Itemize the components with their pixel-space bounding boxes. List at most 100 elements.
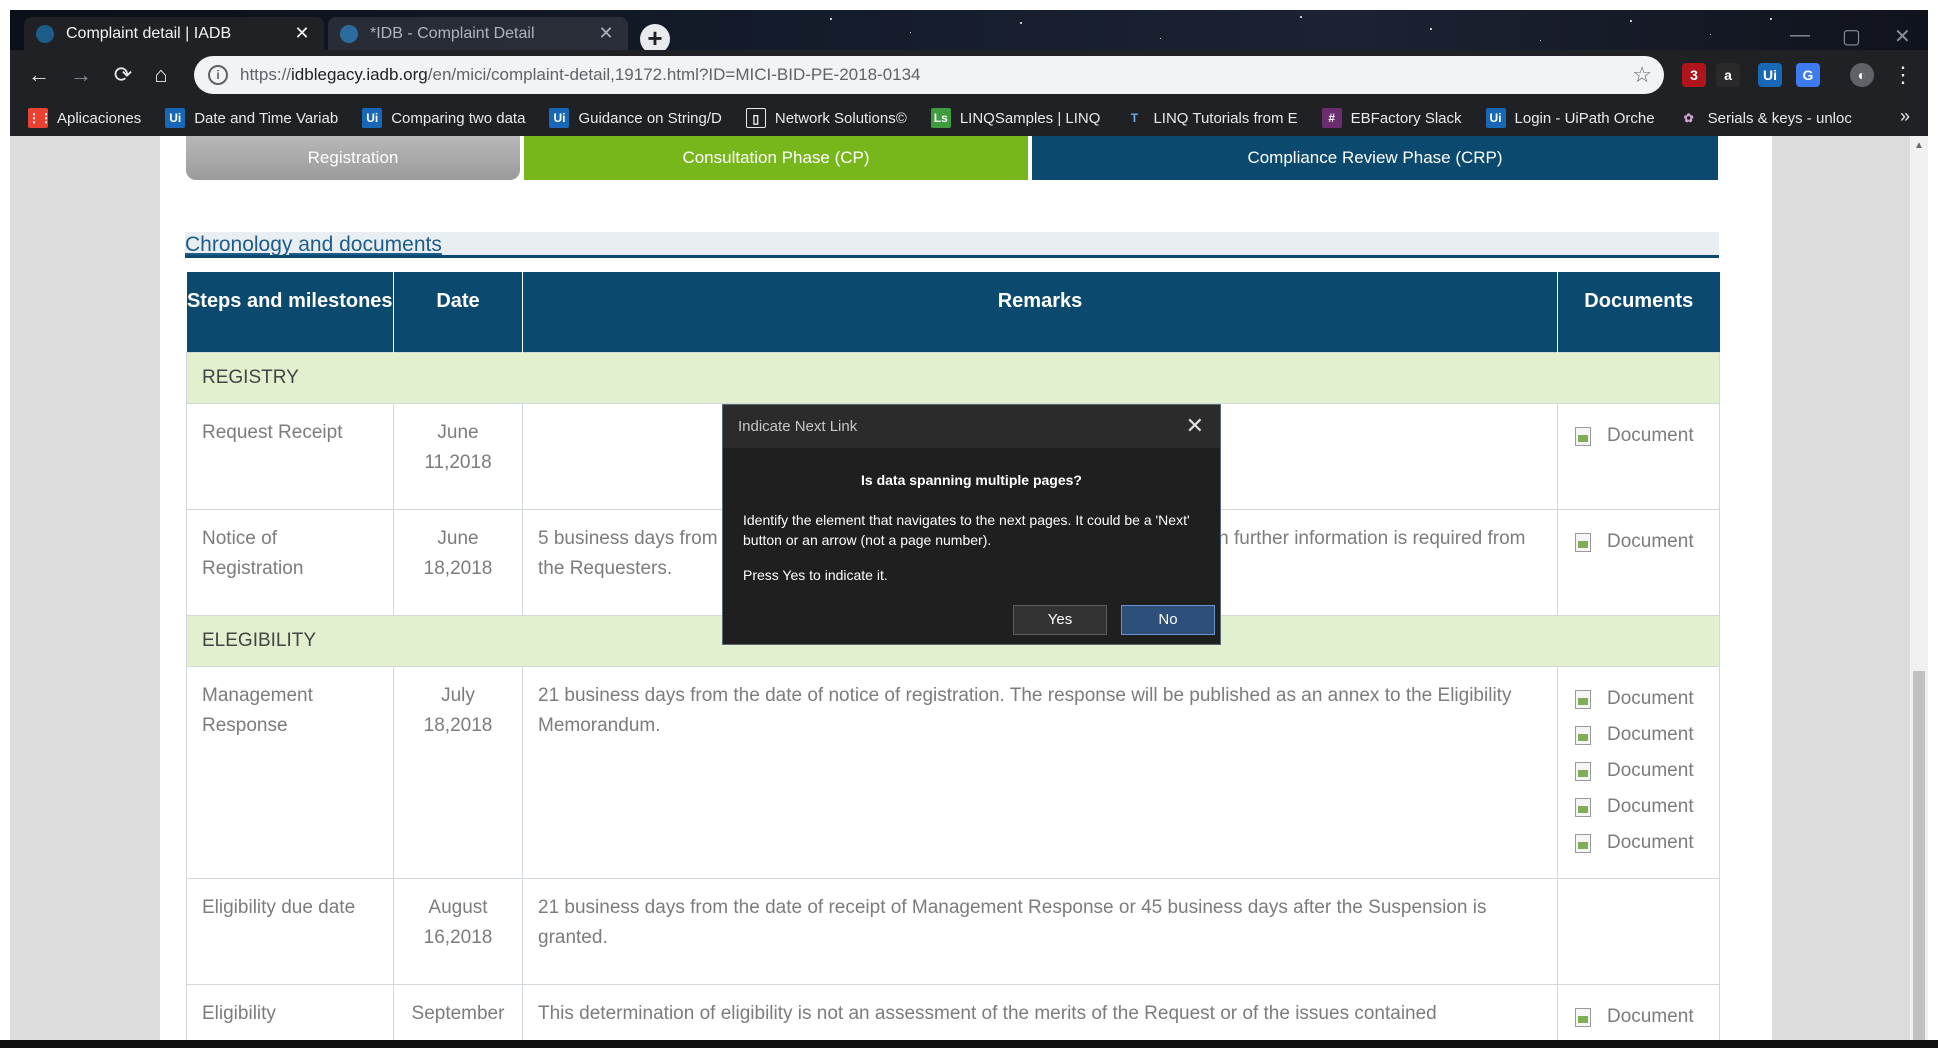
site-info-icon[interactable]: i bbox=[208, 65, 228, 85]
tab-close-icon[interactable]: ✕ bbox=[596, 23, 616, 44]
page-icon: ▯ bbox=[745, 108, 766, 128]
forward-arrow-icon[interactable]: → bbox=[66, 60, 96, 90]
amazon-icon[interactable]: a bbox=[1716, 63, 1740, 87]
documents-cell bbox=[1557, 877, 1720, 985]
remarks-cell: 21 business days from the date of receip… bbox=[522, 877, 1558, 985]
chronology-link[interactable]: Chronology and documents bbox=[185, 233, 442, 256]
yes-button[interactable]: Yes bbox=[1013, 605, 1107, 635]
document-label: Document bbox=[1607, 759, 1694, 781]
translate-icon[interactable]: G bbox=[1796, 63, 1820, 87]
tab-strip: Complaint detail | IADB ✕ *IDB - Complai… bbox=[10, 10, 1928, 50]
column-header-remarks: Remarks bbox=[522, 272, 1558, 352]
bookmark-comparing-data[interactable]: Ui Comparing two data bbox=[362, 108, 525, 128]
uipath-icon: Ui bbox=[549, 108, 570, 128]
bookmark-uipath-login[interactable]: Ui Login - UiPath Orche bbox=[1485, 108, 1655, 128]
phase-tab-registration[interactable]: Registration bbox=[186, 136, 520, 180]
bookmark-aplicaciones[interactable]: ⋮⋮ Aplicaciones bbox=[28, 108, 141, 128]
bookmarks-bar: ⋮⋮ Aplicaciones Ui Date and Time Variab … bbox=[10, 100, 1928, 136]
bookmark-label: Date and Time Variab bbox=[194, 109, 339, 127]
column-header-date: Date bbox=[393, 272, 523, 352]
step-cell: Request Receipt bbox=[186, 402, 394, 510]
bookmark-guidance-string[interactable]: Ui Guidance on String/D bbox=[549, 108, 722, 128]
step-cell: Eligibility due date bbox=[186, 877, 394, 985]
dialog-titlebar: Indicate Next Link ✕ bbox=[723, 405, 1220, 448]
bookmark-linqsamples[interactable]: Ls LINQSamples | LINQ bbox=[930, 108, 1100, 128]
screen: Complaint detail | IADB ✕ *IDB - Complai… bbox=[0, 0, 1938, 1048]
minimize-icon[interactable]: — bbox=[1790, 24, 1810, 47]
bookmark-label: Comparing two data bbox=[391, 109, 526, 127]
broken-image-icon bbox=[1573, 1007, 1593, 1027]
document-link[interactable]: Document bbox=[1573, 825, 1704, 861]
window-close-icon[interactable]: ✕ bbox=[1894, 24, 1911, 49]
tab-close-icon[interactable]: ✕ bbox=[292, 23, 312, 44]
tab-title: Complaint detail | IADB bbox=[66, 24, 232, 42]
no-button[interactable]: No bbox=[1121, 605, 1215, 635]
bookmark-label: Login - UiPath Orche bbox=[1514, 109, 1655, 127]
bookmark-star-icon[interactable]: ☆ bbox=[1632, 62, 1652, 88]
document-link[interactable]: Document bbox=[1573, 717, 1704, 753]
table-row: Eligibility September This determination… bbox=[186, 983, 1720, 1040]
tab-title: *IDB - Complaint Detail bbox=[370, 24, 535, 42]
bookmark-date-time[interactable]: Ui Date and Time Variab bbox=[165, 108, 338, 128]
group-row-registry: REGISTRY bbox=[186, 351, 1720, 404]
document-link[interactable]: Document bbox=[1573, 789, 1704, 825]
table-row: Management Response July 18,2018 21 busi… bbox=[186, 665, 1720, 879]
step-cell: Management Response bbox=[186, 665, 394, 879]
document-link[interactable]: Document bbox=[1573, 753, 1704, 789]
uipath-icon[interactable]: Ui bbox=[1758, 63, 1782, 87]
address-bar[interactable]: i https:// idblegacy.iadb.org /en/mici/c… bbox=[194, 56, 1664, 94]
bookmark-network-solutions[interactable]: ▯ Network Solutions© bbox=[745, 108, 907, 128]
document-link[interactable]: Document bbox=[1573, 418, 1704, 454]
date-cell: September bbox=[393, 983, 523, 1040]
table-header-row: Steps and milestones Date Remarks Docume… bbox=[186, 272, 1720, 352]
dialog-close-icon[interactable]: ✕ bbox=[1186, 413, 1204, 439]
table-row: Eligibility due date August 16,2018 21 b… bbox=[186, 877, 1720, 985]
ublock-icon[interactable]: 3 bbox=[1682, 63, 1706, 87]
back-arrow-icon[interactable]: ← bbox=[24, 60, 54, 90]
bookmark-label: Aplicaciones bbox=[57, 109, 142, 127]
bookmark-label: Network Solutions© bbox=[774, 109, 907, 127]
menu-icon[interactable]: ⋮ bbox=[1888, 60, 1918, 90]
scrollbar-thumb[interactable] bbox=[1913, 671, 1925, 1040]
document-link[interactable]: Document bbox=[1573, 524, 1704, 560]
documents-cell: Document Document Document Document Docu… bbox=[1557, 665, 1720, 879]
column-header-steps: Steps and milestones bbox=[186, 272, 394, 352]
broken-image-icon bbox=[1573, 761, 1593, 781]
uipath-icon: Ui bbox=[1485, 108, 1506, 128]
maximize-icon[interactable]: ▢ bbox=[1842, 24, 1861, 49]
document-link[interactable]: Document bbox=[1573, 681, 1704, 717]
profile-icon[interactable]: ◐ bbox=[1850, 63, 1874, 87]
remarks-cell: This determination of eligibility is not… bbox=[522, 983, 1558, 1040]
url-path: /en/mici/complaint-detail,19172.html?ID=… bbox=[427, 65, 921, 84]
tab-idb-complaint-detail[interactable]: *IDB - Complaint Detail ✕ bbox=[328, 17, 628, 50]
date-cell: July 18,2018 bbox=[393, 665, 523, 879]
step-cell: Eligibility bbox=[186, 983, 394, 1040]
slack-icon: # bbox=[1321, 108, 1342, 128]
uipath-icon: Ui bbox=[362, 108, 383, 128]
scroll-up-icon[interactable]: ▲ bbox=[1914, 140, 1924, 151]
dialog-title: Indicate Next Link bbox=[738, 418, 858, 435]
bookmark-label: EBFactory Slack bbox=[1350, 109, 1462, 127]
broken-image-icon bbox=[1573, 833, 1593, 853]
broken-image-icon bbox=[1573, 797, 1593, 817]
bookmark-serials-keys[interactable]: ✿ Serials & keys - unloc bbox=[1678, 108, 1852, 128]
phase-tab-compliance-review[interactable]: Compliance Review Phase (CRP) bbox=[1032, 136, 1718, 180]
bookmark-linq-tutorials[interactable]: T LINQ Tutorials from E bbox=[1124, 108, 1298, 128]
broken-image-icon bbox=[1573, 689, 1593, 709]
documents-cell: Document bbox=[1557, 508, 1720, 616]
remarks-cell: 21 business days from the date of notice… bbox=[522, 665, 1558, 879]
new-tab-button[interactable]: + bbox=[640, 24, 670, 50]
page-scrollbar[interactable]: ▲ bbox=[1910, 136, 1928, 1040]
tab-complaint-detail[interactable]: Complaint detail | IADB ✕ bbox=[24, 17, 324, 50]
url-host: idblegacy.iadb.org bbox=[291, 65, 428, 84]
dialog-question: Is data spanning multiple pages? bbox=[861, 472, 1082, 488]
document-link[interactable]: Document bbox=[1573, 999, 1704, 1035]
document-label: Document bbox=[1607, 530, 1694, 552]
broken-image-icon bbox=[1573, 725, 1593, 745]
linq-tutorials-icon: T bbox=[1124, 108, 1145, 128]
reload-icon[interactable]: ⟳ bbox=[108, 60, 138, 90]
bookmark-ebfactory-slack[interactable]: # EBFactory Slack bbox=[1321, 108, 1462, 128]
bookmarks-overflow-icon[interactable]: » bbox=[1900, 106, 1910, 127]
home-icon[interactable]: ⌂ bbox=[146, 60, 176, 90]
phase-tab-consultation[interactable]: Consultation Phase (CP) bbox=[524, 136, 1028, 180]
